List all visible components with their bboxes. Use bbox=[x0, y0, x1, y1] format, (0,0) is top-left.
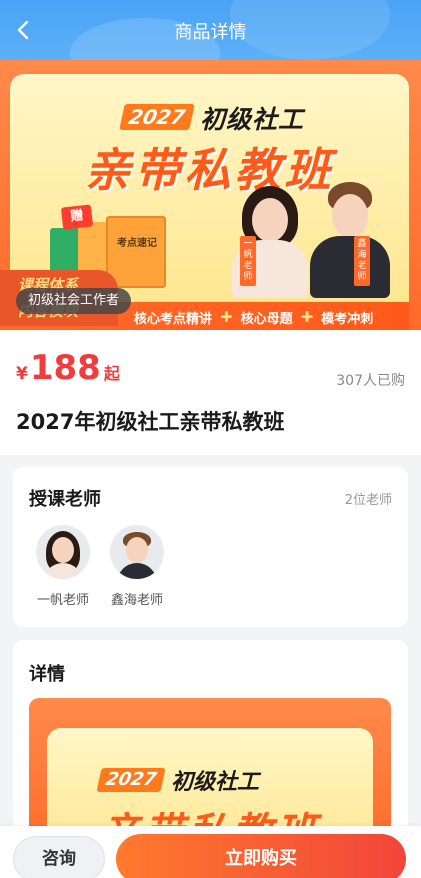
avatar bbox=[110, 525, 164, 579]
teacher-photo-xinhai bbox=[310, 180, 390, 298]
teacher-name-tag: 鑫海老师 bbox=[354, 236, 370, 286]
detail-image: 2027 初级社工 亲带私教班 bbox=[29, 698, 391, 840]
consult-button[interactable]: 咨询 bbox=[13, 836, 105, 878]
detail-card: 详情 2027 初级社工 亲带私教班 bbox=[13, 640, 408, 840]
price: ¥ 188 起 bbox=[16, 348, 120, 388]
product-banner: 2027 初级社工 亲带私教班 考点速记 赠 一帆老师 鑫海老师 核心考点精讲 … bbox=[0, 60, 421, 330]
bottom-action-bar: 咨询 立即购买 bbox=[0, 826, 421, 878]
buy-now-button[interactable]: 立即购买 bbox=[116, 834, 406, 878]
detail-banner-year: 2027 bbox=[96, 768, 166, 792]
product-title: 2027年初级社工亲带私教班 bbox=[16, 410, 285, 434]
detail-title: 详情 bbox=[29, 664, 65, 685]
avatar bbox=[36, 525, 90, 579]
gift-badge: 赠 bbox=[60, 204, 94, 230]
page-title: 商品详情 bbox=[174, 22, 247, 43]
teachers-title: 授课老师 bbox=[29, 489, 101, 510]
category-badge: 初级社会工作者 bbox=[16, 288, 132, 314]
teacher-name: 一帆老师 bbox=[36, 593, 89, 608]
plus-icon: ✚ bbox=[220, 308, 233, 326]
course-point: 模考冲刺 bbox=[321, 311, 374, 327]
teacher-name-tag: 一帆老师 bbox=[240, 236, 256, 286]
teacher-item[interactable]: 一帆老师 bbox=[31, 525, 95, 608]
banner-year: 2027 bbox=[119, 104, 195, 130]
price-amount: 188 bbox=[29, 348, 101, 388]
currency-symbol: ¥ bbox=[16, 364, 28, 384]
teacher-count[interactable]: 2位老师 bbox=[345, 489, 392, 508]
banner-subtitle: 初级社工 bbox=[200, 105, 305, 134]
detail-poster: 2027 初级社工 亲带私教班 bbox=[47, 728, 373, 840]
sold-count: 307人已购 bbox=[336, 373, 405, 389]
price-section: ¥ 188 起 307人已购 2027年初级社工亲带私教班 bbox=[0, 330, 421, 455]
top-nav-bar: 商品详情 bbox=[0, 0, 421, 60]
detail-banner-subtitle: 初级社工 bbox=[171, 770, 260, 795]
book-label: 考点速记 bbox=[117, 238, 157, 249]
plus-icon: ✚ bbox=[300, 308, 314, 326]
price-suffix: 起 bbox=[103, 364, 120, 383]
course-point: 核心考点精讲 bbox=[134, 311, 213, 327]
book-icon bbox=[106, 216, 166, 288]
course-point: 核心母题 bbox=[240, 311, 293, 327]
teachers-card: 授课老师 2位老师 一帆老师 鑫海老师 bbox=[13, 467, 408, 627]
teacher-name: 鑫海老师 bbox=[110, 593, 163, 608]
teacher-item[interactable]: 鑫海老师 bbox=[105, 525, 169, 608]
